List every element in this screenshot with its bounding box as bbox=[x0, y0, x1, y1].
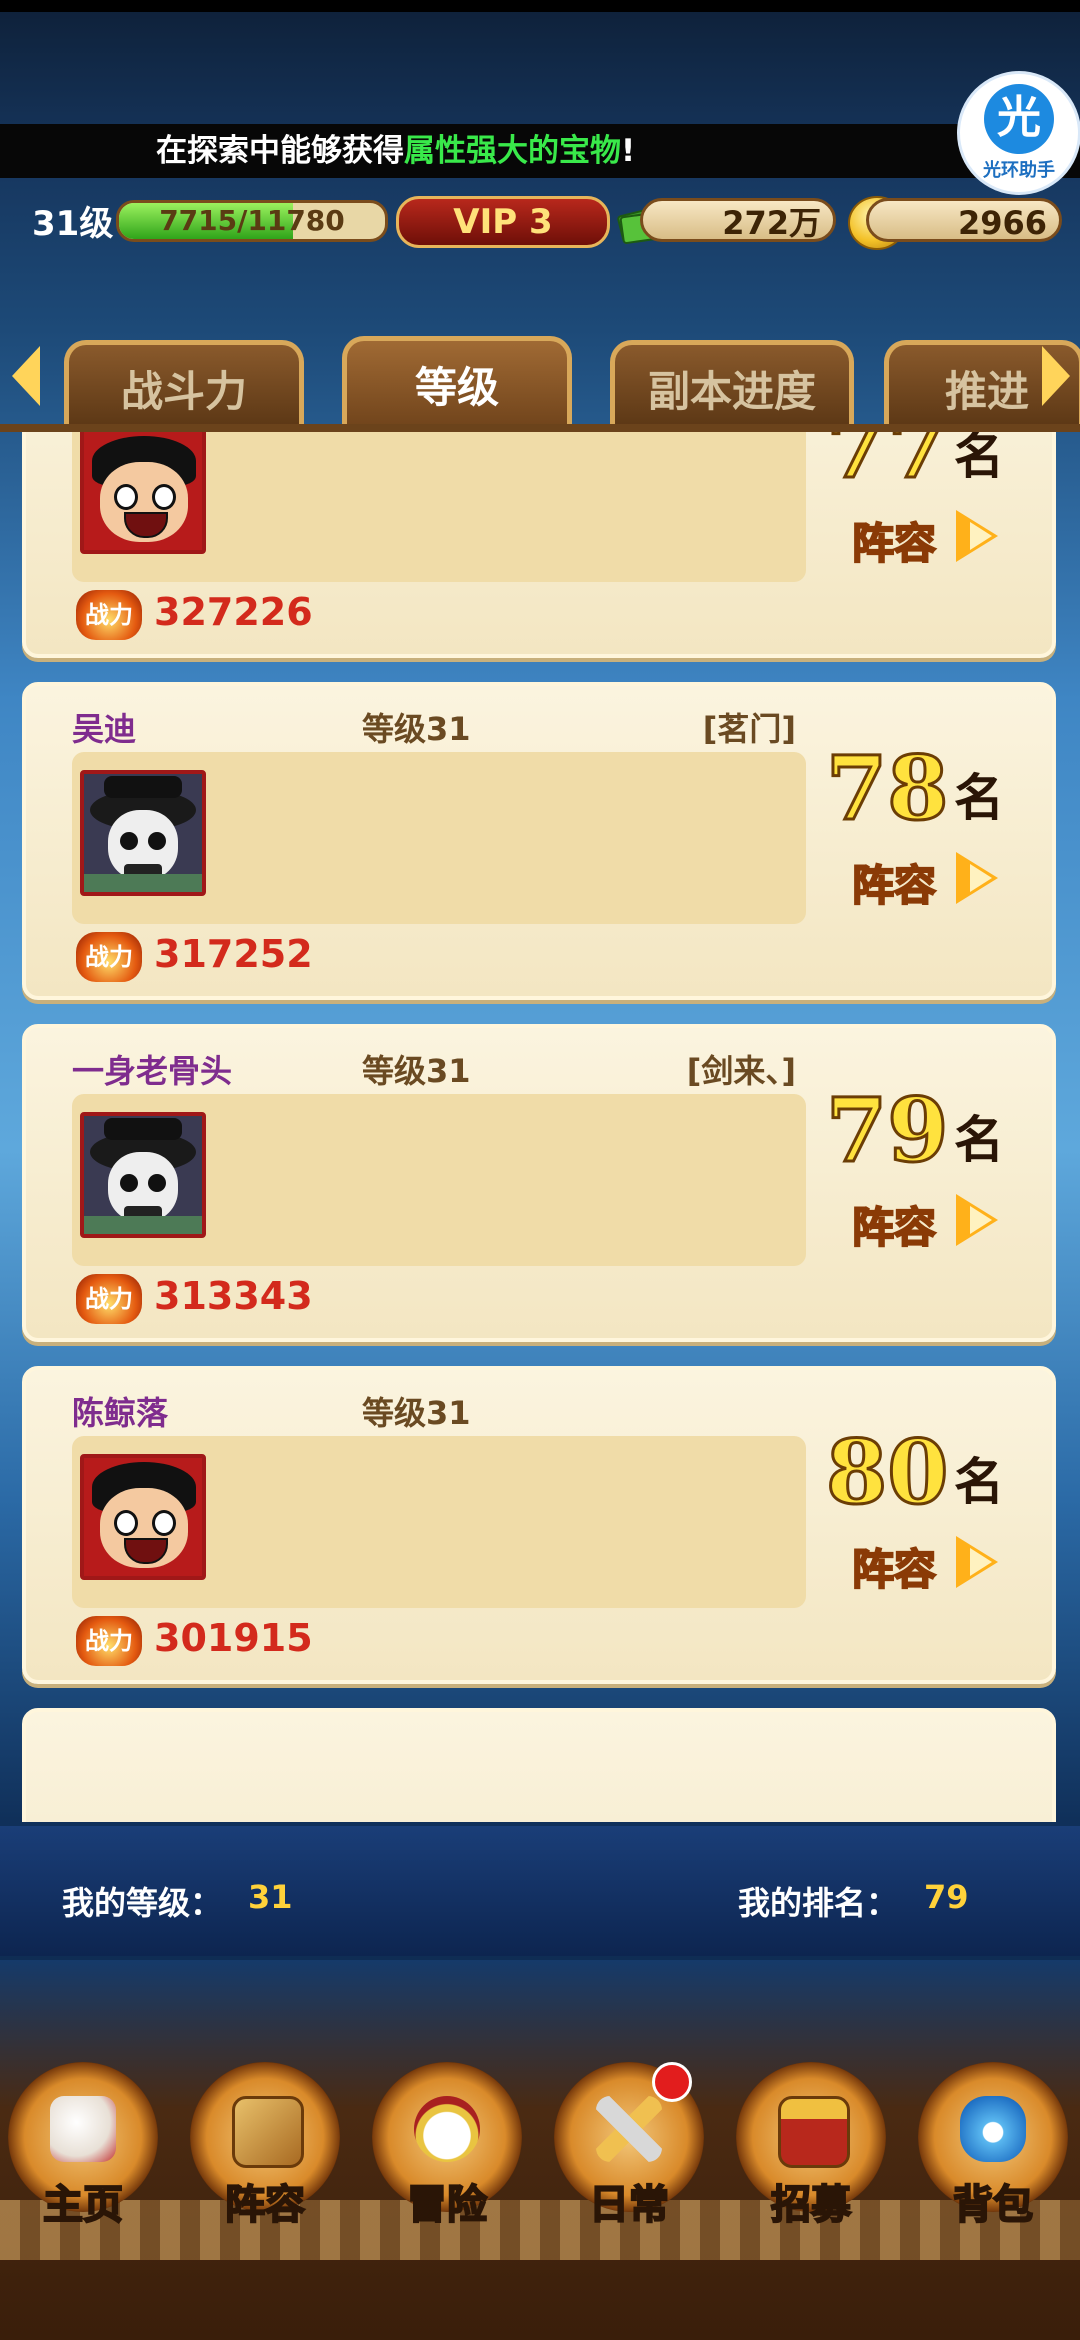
my-rank-value: 79 bbox=[924, 1878, 969, 1916]
nav-lineup-label[interactable]: 阵容 bbox=[180, 2172, 350, 2230]
tab-scroll-right-icon[interactable] bbox=[1042, 346, 1070, 406]
xp-bar: 7715/11780 bbox=[116, 200, 388, 242]
player-level: 31级 bbox=[32, 204, 114, 244]
combat-power-icon: 战力 bbox=[76, 590, 142, 640]
combat-power-value: 327226 bbox=[154, 590, 313, 634]
ranking-card[interactable] bbox=[22, 1708, 1056, 1822]
player-level-text: 等级31 bbox=[362, 1052, 471, 1090]
home-icon bbox=[50, 2096, 116, 2162]
money-counter[interactable]: 272万 bbox=[640, 198, 836, 242]
combat-power-icon: 战力 bbox=[76, 1616, 142, 1666]
tab-combat-power[interactable]: 战斗力 bbox=[64, 340, 304, 430]
player-name: 吴迪 bbox=[72, 710, 137, 748]
ticker-text: 在探索中能够获得 bbox=[156, 133, 404, 169]
assistant-badge[interactable]: 光 光环助手 bbox=[960, 74, 1078, 192]
rank-number: 78 bbox=[824, 735, 949, 842]
tab-scroll-left-icon[interactable] bbox=[12, 346, 40, 406]
ranking-card[interactable]: 吴迪 等级31 [茗门] 78 名 阵容 战力 317252 bbox=[22, 682, 1056, 1000]
tab-underline bbox=[0, 424, 1080, 432]
player-name: 陈鲸落 bbox=[72, 1394, 169, 1432]
ranking-card[interactable]: 陈鲸落 等级31 80 名 阵容 战力 301915 bbox=[22, 1366, 1056, 1684]
adventure-skull-icon bbox=[414, 2096, 480, 2162]
player-level-text: 等级31 bbox=[362, 710, 471, 748]
rank-suffix: 名 bbox=[954, 432, 1004, 485]
player-level-text: 等级31 bbox=[362, 1394, 471, 1432]
brook-avatar-icon[interactable] bbox=[80, 1112, 206, 1238]
status-bar bbox=[0, 0, 1080, 12]
notification-dot bbox=[652, 2062, 692, 2102]
combat-power-icon: 战力 bbox=[76, 932, 142, 982]
xp-text: 7715/11780 bbox=[159, 204, 345, 237]
my-level-label: 我的等级： bbox=[62, 1884, 223, 1922]
daily-swords-icon bbox=[596, 2096, 662, 2162]
combat-power-value: 301915 bbox=[154, 1616, 313, 1660]
backpack-icon bbox=[960, 2096, 1026, 2162]
brook-avatar-icon[interactable] bbox=[80, 770, 206, 896]
player-guild: [茗门] bbox=[702, 710, 796, 748]
nav-adventure-label[interactable]: 冒险 bbox=[362, 2172, 532, 2230]
lineup-button[interactable]: 阵容 bbox=[851, 510, 937, 571]
combat-power-icon: 战力 bbox=[76, 1274, 142, 1324]
vip-badge[interactable]: VIP 3 bbox=[396, 196, 610, 248]
nav-backpack-label[interactable]: 背包 bbox=[908, 2172, 1078, 2230]
rank-number: 77 bbox=[824, 432, 949, 500]
nav-daily-label[interactable]: 日常 bbox=[544, 2172, 714, 2230]
rank-number: 80 bbox=[824, 1419, 949, 1526]
rank-suffix: 名 bbox=[954, 1453, 1004, 1511]
announcement-ticker: 在探索中能够获得属性强大的宝物! bbox=[0, 124, 1080, 178]
player-guild: [剑来、] bbox=[686, 1052, 796, 1090]
ranking-list[interactable]: 77 名 阵容 战力 327226 吴迪 等级31 [茗门] 78 名 阵容 战… bbox=[0, 432, 1080, 1822]
combat-power-value: 317252 bbox=[154, 932, 313, 976]
rank-number: 79 bbox=[824, 1077, 949, 1184]
lineup-button[interactable]: 阵容 bbox=[851, 1194, 937, 1255]
assistant-icon: 光 bbox=[984, 84, 1054, 154]
lineup-button[interactable]: 阵容 bbox=[851, 852, 937, 913]
my-rank-label: 我的排名： bbox=[738, 1884, 899, 1922]
combat-power-value: 313343 bbox=[154, 1274, 313, 1318]
luffy-avatar-icon[interactable] bbox=[80, 432, 206, 554]
ranking-card[interactable]: 77 名 阵容 战力 327226 bbox=[22, 432, 1056, 658]
player-name: 一身老骨头 bbox=[72, 1052, 233, 1090]
luffy-avatar-icon[interactable] bbox=[80, 1454, 206, 1580]
tab-level[interactable]: 等级 bbox=[342, 336, 572, 432]
gold-counter[interactable]: 2966 bbox=[866, 198, 1062, 242]
lineup-button[interactable]: 阵容 bbox=[851, 1536, 937, 1597]
ticker-highlight: 属性强大的宝物 bbox=[404, 133, 621, 169]
nav-recruit-label[interactable]: 招募 bbox=[726, 2172, 896, 2230]
rank-suffix: 名 bbox=[954, 769, 1004, 827]
ranking-card[interactable]: 一身老骨头 等级31 [剑来、] 79 名 阵容 战力 313343 bbox=[22, 1024, 1056, 1342]
ticker-end: ! bbox=[621, 133, 636, 169]
my-level-value: 31 bbox=[248, 1878, 293, 1916]
rank-suffix: 名 bbox=[954, 1111, 1004, 1169]
ship-deck-background bbox=[0, 1960, 1080, 2340]
recruit-tavern-icon bbox=[778, 2096, 850, 2168]
lineup-icon bbox=[232, 2096, 304, 2168]
nav-home-label[interactable]: 主页 bbox=[0, 2172, 168, 2230]
tab-dungeon-progress[interactable]: 副本进度 bbox=[610, 340, 854, 430]
assistant-label: 光环助手 bbox=[983, 160, 1055, 181]
